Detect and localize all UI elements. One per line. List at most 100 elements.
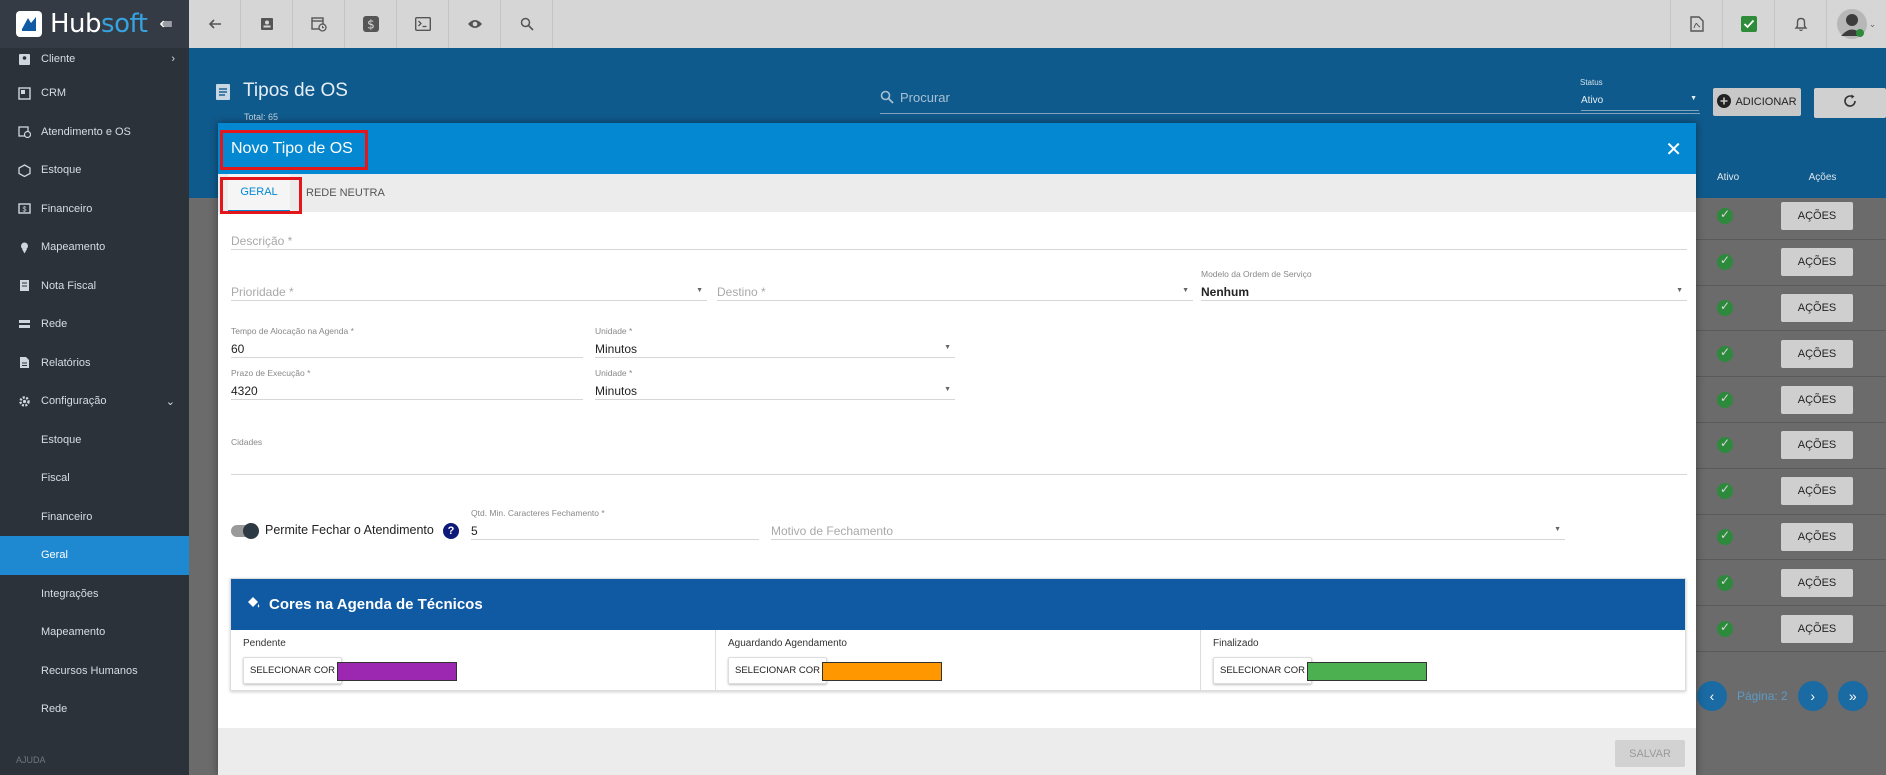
descricao-field[interactable]: Descrição * <box>231 232 1687 250</box>
chevron-down-icon: ▼ <box>944 344 951 351</box>
destino-select[interactable]: Destino * ▼ <box>717 283 1193 301</box>
client-icon <box>18 53 31 66</box>
sidebar-subitem-financeiro[interactable]: Financeiro <box>0 498 189 537</box>
logo-bar: Hubsoft ⇚ <box>0 0 189 48</box>
contact-card-icon[interactable] <box>241 0 293 48</box>
sidebar-item-label: Estoque <box>41 164 82 177</box>
pdf-icon[interactable] <box>1670 0 1722 48</box>
sidebar-item-cliente[interactable]: Cliente › <box>0 44 189 74</box>
sidebar-subitem-mapeamento[interactable]: Mapeamento <box>0 613 189 652</box>
bell-icon[interactable] <box>1774 0 1826 48</box>
dollar-icon[interactable]: $ <box>345 0 397 48</box>
sidebar-subitem-recursos-humanos[interactable]: Recursos Humanos <box>0 652 189 691</box>
select-color-button[interactable]: SELECIONAR COR <box>243 657 342 684</box>
sidebar-item-estoque[interactable]: Estoque <box>0 151 189 190</box>
qtd-min-caracteres-field[interactable]: Qtd. Min. Caracteres Fechamento * 5 <box>471 508 759 540</box>
prazo-execucao-field[interactable]: Prazo de Execução * 4320 <box>231 368 583 400</box>
row-actions-button[interactable]: AÇÕES <box>1781 339 1853 368</box>
sidebar-item-rede[interactable]: Rede <box>0 305 189 344</box>
modelo-value: Nenhum <box>1201 285 1249 299</box>
collapse-sidebar-icon[interactable]: ⇚ <box>159 14 172 34</box>
active-check-icon <box>1695 436 1759 454</box>
status-value: Ativo <box>1581 95 1604 106</box>
sidebar-item-financeiro[interactable]: $ Financeiro <box>0 190 189 229</box>
eye-icon[interactable] <box>449 0 501 48</box>
highlight-box-tab <box>220 177 302 214</box>
color-swatch[interactable] <box>1307 662 1427 681</box>
select-color-button[interactable]: SELECIONAR COR <box>1213 657 1312 684</box>
prioridade-placeholder: Prioridade * <box>231 285 294 299</box>
unidade2-value: Minutos <box>595 384 638 398</box>
sidebar-subitem-fiscal[interactable]: Fiscal <box>0 459 189 498</box>
calendar-clock-icon[interactable] <box>293 0 345 48</box>
page-total: Total: 65 <box>244 112 279 122</box>
colors-panel-header: Cores na Agenda de Técnicos <box>231 579 1685 630</box>
sidebar-item-label: Rede <box>41 318 68 331</box>
user-avatar-icon[interactable]: ⌄ <box>1826 0 1886 48</box>
row-actions-button[interactable]: AÇÕES <box>1781 293 1853 322</box>
sidebar: Hubsoft ⇚ Cliente › CRM Atendimento e OS Est… <box>0 0 189 775</box>
sidebar-subitem-rede[interactable]: Rede <box>0 690 189 729</box>
select-color-button[interactable]: SELECIONAR COR <box>728 657 827 684</box>
sidebar-item-mapeamento[interactable]: Mapeamento <box>0 228 189 267</box>
active-check-icon <box>1695 207 1759 225</box>
motivo-fechamento-select[interactable]: Motivo de Fechamento ▼ <box>771 522 1565 540</box>
sidebar-item-relat-rios[interactable]: Relatórios <box>0 344 189 383</box>
sidebar-item-crm[interactable]: CRM <box>0 74 189 113</box>
topbar: $ ⌄ <box>189 0 1886 48</box>
row-actions-button[interactable]: AÇÕES <box>1781 202 1853 231</box>
add-button-label: ADICIONAR <box>1735 96 1797 108</box>
back-arrow-icon[interactable] <box>189 0 241 48</box>
active-check-icon <box>1695 391 1759 408</box>
color-columns: Pendente SELECIONAR COR Aguardando Agendam… <box>231 630 1685 692</box>
add-button[interactable]: ADICIONAR <box>1713 88 1801 116</box>
row-actions-button[interactable]: AÇÕES <box>1781 568 1853 597</box>
cidades-field[interactable]: Cidades <box>231 437 1687 475</box>
status-select[interactable]: Ativo ▼ <box>1581 95 1699 111</box>
refresh-button[interactable] <box>1814 88 1886 118</box>
dialog-body: Descrição * Prioridade * ▼ Destino * ▼ M… <box>218 212 1696 732</box>
close-icon[interactable]: ✕ <box>1665 137 1682 162</box>
help-icon[interactable]: ? <box>443 523 459 539</box>
sidebar-subitem-integra-es[interactable]: Integrações <box>0 575 189 614</box>
map-pin-icon <box>18 241 31 254</box>
report-icon <box>18 356 31 369</box>
save-button[interactable]: SALVAR <box>1615 740 1685 767</box>
row-actions-button[interactable]: AÇÕES <box>1781 522 1853 551</box>
sidebar-item-label: Cliente <box>41 53 76 65</box>
search-icon[interactable] <box>501 0 553 48</box>
service-calendar-icon <box>18 125 31 139</box>
row-actions-button[interactable]: AÇÕES <box>1781 385 1853 414</box>
sidebar-subitem-estoque[interactable]: Estoque <box>0 421 189 460</box>
permite-fechar-toggle[interactable] <box>231 523 259 539</box>
finance-icon: $ <box>18 202 31 215</box>
active-check-icon <box>1695 574 1759 591</box>
unidade-select-2[interactable]: Unidade * Minutos ▼ <box>595 368 955 400</box>
color-swatch[interactable] <box>337 662 457 681</box>
nav-footer-help[interactable]: AJUDA <box>0 745 189 775</box>
page-search-input[interactable]: Procurar <box>880 90 1700 115</box>
next-page-button[interactable]: › <box>1797 681 1828 711</box>
unidade-select-1[interactable]: Unidade * Minutos ▼ <box>595 326 955 358</box>
sidebar-item-label: Nota Fiscal <box>41 279 97 292</box>
row-actions-button[interactable]: AÇÕES <box>1781 248 1853 277</box>
row-actions-button[interactable]: AÇÕES <box>1781 614 1853 643</box>
color-swatch[interactable] <box>822 662 942 681</box>
prioridade-select[interactable]: Prioridade * ▼ <box>231 283 707 301</box>
prev-page-button[interactable]: ‹ <box>1697 681 1727 711</box>
checkbox-icon[interactable] <box>1722 0 1774 48</box>
modelo-os-select[interactable]: Modelo da Ordem de Serviço Nenhum ▼ <box>1201 269 1687 301</box>
invoice-icon <box>18 279 31 292</box>
last-page-button[interactable]: » <box>1837 681 1868 711</box>
row-actions-button[interactable]: AÇÕES <box>1781 477 1853 506</box>
sidebar-item-atendimento-e-os[interactable]: Atendimento e OS <box>0 113 189 152</box>
tempo-alocacao-field[interactable]: Tempo de Alocação na Agenda * 60 <box>231 326 583 358</box>
unidade1-value: Minutos <box>595 342 638 356</box>
sidebar-subitem-geral[interactable]: Geral <box>0 536 189 575</box>
color-column-label: Finalizado <box>1213 638 1259 649</box>
tab-rede-neutra[interactable]: REDE NEUTRA <box>290 174 401 212</box>
row-actions-button[interactable]: AÇÕES <box>1781 431 1853 460</box>
sidebar-item-nota-fiscal[interactable]: Nota Fiscal <box>0 267 189 306</box>
terminal-icon[interactable] <box>397 0 449 48</box>
sidebar-item-configura-o[interactable]: Configuração ⌄ <box>0 382 189 421</box>
